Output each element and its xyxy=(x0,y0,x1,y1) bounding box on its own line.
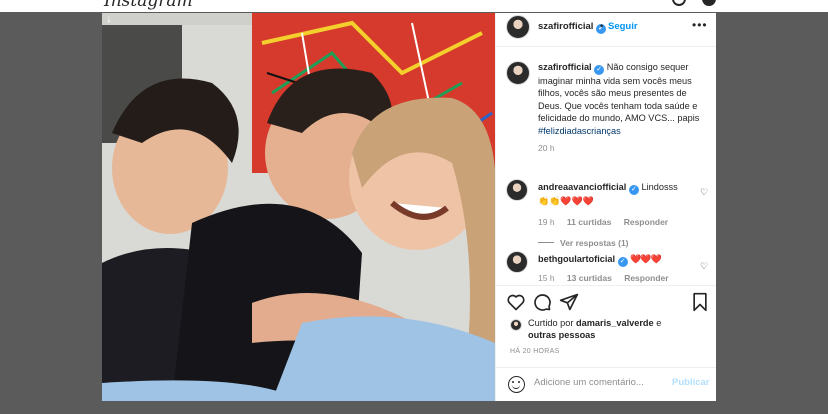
photo-illustration xyxy=(102,13,495,401)
verified-icon: ✓ xyxy=(594,65,605,75)
verified-icon: ✓ xyxy=(628,185,639,195)
other-likers-link[interactable]: outras pessoas xyxy=(528,330,595,340)
emoji-icon[interactable] xyxy=(508,376,525,393)
comment-likes[interactable]: 13 curtidas xyxy=(567,273,612,283)
separator-dot: • xyxy=(600,21,604,32)
instagram-logo[interactable]: Instagram xyxy=(104,0,193,11)
post-header: szafirofficial ✓ • Seguir ••• xyxy=(496,13,716,47)
comment-time: 19 h xyxy=(538,217,555,227)
commenter-username[interactable]: andreaavanciofficial xyxy=(538,182,626,192)
comment-body: Lindosss xyxy=(641,182,678,192)
comment-meta: 19 h 11 curtidas Responder xyxy=(538,217,678,227)
bookmark-icon[interactable] xyxy=(690,292,710,312)
comment-heart-icon[interactable]: ♡ xyxy=(700,261,708,272)
comment-likes[interactable]: 11 curtidas xyxy=(567,217,611,227)
post-actions-bar xyxy=(496,285,716,315)
author-avatar[interactable] xyxy=(506,15,530,39)
caption-text: szafirofficial ✓ Não consigo sequer imag… xyxy=(538,61,710,137)
comment-text: andreaavanciofficial ✓ Lindosss 👏👏❤️❤️❤️ xyxy=(538,181,698,207)
caption-avatar[interactable] xyxy=(506,61,530,85)
comment-meta: 15 h 13 curtidas Responder xyxy=(538,273,679,283)
comment-icon[interactable] xyxy=(532,292,552,312)
top-navigation-bar: Instagram xyxy=(0,0,828,12)
download-arrow-icon[interactable]: ↓ xyxy=(106,13,112,25)
publish-button[interactable]: Publicar xyxy=(672,377,710,388)
view-replies-button[interactable]: Ver respostas (1) xyxy=(538,238,629,248)
reply-button[interactable]: Responder xyxy=(624,273,668,283)
commenter-avatar[interactable] xyxy=(506,251,528,273)
commenter-username[interactable]: bethgoulartoficial xyxy=(538,254,615,264)
post-timestamp: HÁ 20 HORAS xyxy=(510,348,560,355)
post-modal: ↓ szafirofficial ✓ • Seguir ••• szafirof… xyxy=(102,13,716,401)
more-options-icon[interactable]: ••• xyxy=(692,18,708,32)
post-details-panel: szafirofficial ✓ • Seguir ••• szafiroffi… xyxy=(495,13,716,401)
profile-avatar-icon[interactable] xyxy=(702,0,716,6)
comment-input[interactable] xyxy=(534,377,664,388)
reply-button[interactable]: Responder xyxy=(624,217,668,227)
post-photo[interactable]: ↓ xyxy=(102,13,495,401)
liker-username[interactable]: damaris_valverde xyxy=(576,318,654,328)
comment-heart-icon[interactable]: ♡ xyxy=(700,187,708,198)
caption-hashtag[interactable]: #felizdiadascrianças xyxy=(538,126,621,136)
activity-icon[interactable] xyxy=(672,0,686,6)
author-username[interactable]: szafirofficial ✓ xyxy=(538,21,607,34)
comment-time: 15 h xyxy=(538,273,555,283)
comment-text: bethgoulartoficial ✓ ❤️❤️❤️ xyxy=(538,253,698,267)
liker-avatar[interactable] xyxy=(510,319,522,331)
share-icon[interactable] xyxy=(559,292,579,312)
caption-time: 20 h xyxy=(538,143,555,153)
comment-emoji: 👏👏❤️❤️❤️ xyxy=(538,196,595,206)
comment-composer: Publicar xyxy=(496,367,716,401)
caption-username[interactable]: szafirofficial xyxy=(538,62,592,72)
commenter-avatar[interactable] xyxy=(506,179,528,201)
verified-icon: ✓ xyxy=(617,257,628,267)
heart-icon[interactable] xyxy=(506,292,526,312)
liked-by-text: Curtido por damaris_valverde e outras pe… xyxy=(528,318,662,341)
follow-button[interactable]: Seguir xyxy=(608,21,638,32)
comment-emoji: ❤️❤️❤️ xyxy=(630,254,662,264)
